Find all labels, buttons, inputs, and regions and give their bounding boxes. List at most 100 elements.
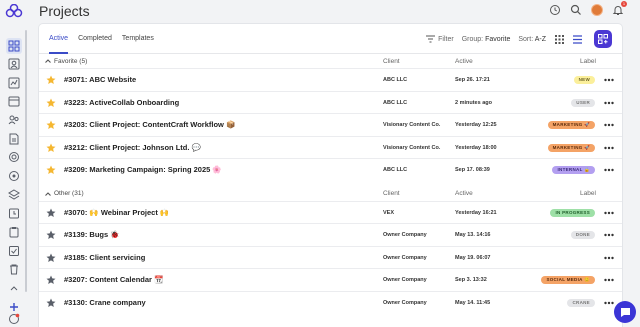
project-name[interactable]: #3212: Client Project: Johnson Ltd. 💬 <box>64 137 201 159</box>
project-client: ABC LLC <box>383 167 408 173</box>
star-icon[interactable] <box>46 253 56 263</box>
more-icon[interactable] <box>604 146 614 150</box>
grid-view-icon <box>554 34 564 44</box>
more-icon[interactable] <box>604 101 614 105</box>
tab-active[interactable]: Active <box>49 24 69 54</box>
history-icon <box>550 5 560 15</box>
project-last-active: Sep 3. 13:32 <box>455 277 487 283</box>
project-row[interactable]: #3070: 🙌 Webinar Project 🙌 VEX Yesterday 1… <box>39 200 622 224</box>
sort-selector[interactable]: Sort: A-Z <box>518 36 546 43</box>
nav-trash[interactable] <box>6 261 22 277</box>
nav-contacts[interactable] <box>6 56 22 72</box>
list-view-button[interactable] <box>572 34 582 44</box>
nav-invoices[interactable] <box>6 149 22 165</box>
target-icon <box>9 171 19 181</box>
more-icon[interactable] <box>604 123 614 127</box>
project-row[interactable]: #3223: ActiveCollab Onboarding ABC LLC 2 m… <box>39 90 622 114</box>
group-header[interactable]: Other (31) Client Active Label <box>39 187 622 201</box>
grid-view-button[interactable] <box>554 34 564 44</box>
notifications-button[interactable]: 1 <box>612 1 627 16</box>
avatar[interactable] <box>591 4 603 16</box>
project-name[interactable]: #3185: Client servicing <box>64 247 145 269</box>
chevron-up-icon[interactable] <box>44 190 52 198</box>
star-icon[interactable] <box>46 143 56 153</box>
more-icon[interactable] <box>604 256 614 260</box>
group-value: Favorite <box>485 35 511 43</box>
project-client: VEX <box>383 209 395 216</box>
nav-calendar[interactable] <box>6 93 22 109</box>
sidebar-scrollbar[interactable] <box>25 30 27 292</box>
more-icon[interactable] <box>604 233 614 237</box>
checklist-icon <box>9 246 19 256</box>
project-row[interactable]: #3130: Crane company Owner Company May 14.… <box>39 290 622 314</box>
nav-tasks[interactable] <box>6 224 22 240</box>
project-row[interactable]: #3212: Client Project: Johnson Ltd. 💬 Vis… <box>39 135 622 159</box>
star-icon[interactable] <box>46 275 56 285</box>
nav-layers[interactable] <box>6 187 22 203</box>
star-icon[interactable] <box>46 120 56 130</box>
star-icon[interactable] <box>46 165 56 175</box>
project-row[interactable]: #3139: Bugs 🐞 Owner Company May 13. 14:16 D… <box>39 223 622 246</box>
star-icon[interactable] <box>46 75 56 85</box>
logo-icon[interactable] <box>5 4 23 18</box>
column-header-active: Active <box>455 57 473 65</box>
list-view-icon <box>572 34 582 44</box>
tab-completed[interactable]: Completed <box>78 24 112 54</box>
project-name[interactable]: #3203: Client Project: ContentCraft Work… <box>64 114 235 136</box>
nav-goals[interactable] <box>6 168 22 184</box>
project-name[interactable]: #3130: Crane company <box>64 292 146 314</box>
nav-help[interactable] <box>6 311 22 327</box>
project-name[interactable]: #3207: Content Calendar 📆 <box>64 269 163 291</box>
tab-templates[interactable]: Templates <box>122 24 154 54</box>
star-icon[interactable] <box>46 208 56 218</box>
nav-checklist[interactable] <box>6 243 22 259</box>
project-last-active: Yesterday 16:21 <box>455 209 497 216</box>
project-row[interactable]: #3185: Client servicing Owner Company May … <box>39 245 622 269</box>
project-label-badge: MARKETING 🚀 <box>547 143 595 152</box>
group-title: Favorite (5) <box>54 57 88 65</box>
nav-projects[interactable] <box>6 38 22 54</box>
star-icon[interactable] <box>46 98 56 108</box>
project-row[interactable]: #3209: Marketing Campaign: Spring 2025 🌸… <box>39 158 622 181</box>
filter-label: Filter <box>438 35 454 43</box>
history-button[interactable] <box>549 4 561 16</box>
project-name[interactable]: #3071: ABC Website <box>64 69 136 91</box>
star-icon[interactable] <box>46 230 56 240</box>
project-label-badge: CRANE <box>567 298 595 307</box>
project-client: Visionary Content Co. <box>383 144 441 151</box>
filter-button[interactable]: Filter <box>426 35 454 43</box>
project-name[interactable]: #3139: Bugs 🐞 <box>64 224 120 246</box>
clock-icon <box>9 208 19 219</box>
more-icon[interactable] <box>604 211 614 215</box>
more-icon[interactable] <box>604 278 614 282</box>
nav-collapse[interactable] <box>6 280 22 296</box>
chevron-up-icon[interactable] <box>44 57 52 65</box>
add-icon <box>598 34 608 44</box>
more-icon[interactable] <box>604 168 614 172</box>
project-row[interactable]: #3207: Content Calendar 📆 Owner Company Se… <box>39 268 622 291</box>
chat-button[interactable] <box>614 301 636 323</box>
project-client: ABC LLC <box>383 99 408 106</box>
project-row[interactable]: #3071: ABC Website ABC LLC Sep 26. 17:21 NE… <box>39 68 622 91</box>
more-icon[interactable] <box>604 78 614 82</box>
people-icon <box>8 115 19 125</box>
nav-time[interactable] <box>6 205 22 221</box>
search-button[interactable] <box>570 4 582 16</box>
group-selector[interactable]: Group: Favorite <box>462 36 511 43</box>
nav-reports[interactable] <box>6 75 22 91</box>
more-icon[interactable] <box>604 301 614 305</box>
nav-people[interactable] <box>6 112 22 128</box>
calendar-icon <box>8 96 20 107</box>
nav-documents[interactable] <box>6 131 22 147</box>
project-client: ABC LLC <box>383 77 408 83</box>
project-last-active: May 13. 14:16 <box>455 232 491 238</box>
project-name[interactable]: #3070: 🙌 Webinar Project 🙌 <box>64 202 169 224</box>
project-row[interactable]: #3203: Client Project: ContentCraft Work… <box>39 113 622 136</box>
project-name[interactable]: #3209: Marketing Campaign: Spring 2025 🌸 <box>64 159 222 181</box>
star-icon[interactable] <box>46 298 56 308</box>
group-header[interactable]: Favorite (5) Client Active Label <box>39 54 622 68</box>
project-client: Owner Company <box>383 277 427 283</box>
project-name[interactable]: #3223: ActiveCollab Onboarding <box>64 92 179 114</box>
add-project-button[interactable] <box>594 30 612 48</box>
sort-label: Sort: <box>518 35 534 43</box>
